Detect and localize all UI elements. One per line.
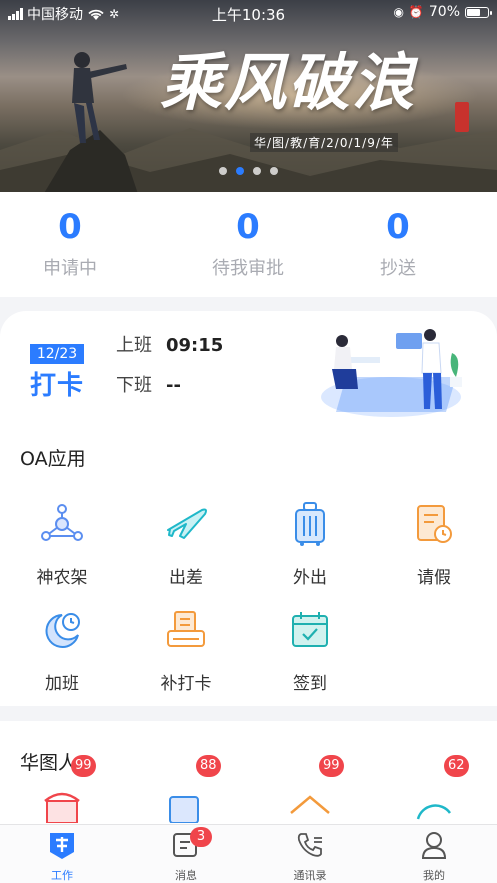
- off-duty-time: --: [166, 375, 181, 396]
- tab-label: 消息: [175, 869, 197, 882]
- tab-label: 我的: [423, 869, 445, 882]
- leave-form-icon: [409, 499, 459, 549]
- status-bar: 中国移动 ✲ 上午10:36 ◉ ⏰ 70%: [0, 0, 497, 26]
- stat-cc[interactable]: 0 抄送: [318, 206, 478, 280]
- main-panel: 12/23 打卡 上班 09:15 下班 -- OA应用 神农架 出差 外出 请…: [0, 311, 497, 706]
- orientation-lock-icon: ◉: [393, 5, 404, 19]
- clock-in-button[interactable]: 12/23 打卡: [30, 344, 84, 402]
- on-duty-label: 上班: [116, 335, 152, 356]
- carousel-dot[interactable]: [270, 167, 278, 175]
- unread-badge: 62: [444, 755, 469, 777]
- stat-count: 0: [236, 207, 260, 247]
- people-app-chat[interactable]: 62: [410, 755, 469, 823]
- document-icon: [169, 796, 199, 824]
- tab-contacts[interactable]: 通讯录: [248, 830, 372, 883]
- stat-count: 0: [386, 207, 410, 247]
- luggage-icon: [285, 499, 335, 549]
- oa-app-label: 外出: [293, 568, 327, 588]
- tab-messages[interactable]: 3 消息: [124, 827, 248, 883]
- message-count-badge: 3: [190, 827, 212, 847]
- tab-label: 工作: [51, 869, 73, 882]
- people-section-title: 华图人: [20, 752, 78, 774]
- people-app-document[interactable]: 88: [162, 755, 221, 824]
- off-duty-row: 下班 --: [116, 371, 181, 397]
- oa-app-label: 签到: [293, 674, 327, 694]
- oa-app-check-in[interactable]: 签到: [248, 605, 372, 694]
- approval-stats: 0 申请中 0 待我审批 0 抄送: [0, 192, 497, 297]
- stat-pending-approval[interactable]: 0 待我审批: [168, 206, 328, 280]
- carousel-dot[interactable]: [253, 167, 261, 175]
- carousel-indicator: [0, 167, 497, 175]
- contacts-icon: [295, 830, 325, 860]
- tab-profile[interactable]: 我的: [372, 830, 496, 883]
- network-icon: [37, 499, 87, 549]
- office-illustration: [321, 329, 462, 417]
- oa-app-label: 补打卡: [160, 674, 212, 694]
- work-icon: [47, 830, 77, 860]
- banner-title: 乘风破浪: [160, 46, 417, 119]
- off-duty-label: 下班: [116, 375, 152, 396]
- battery-percentage: 70%: [428, 4, 460, 20]
- home-icon: [290, 795, 330, 814]
- gift-icon: [44, 792, 80, 824]
- alarm-icon: ⏰: [408, 5, 424, 19]
- message-icon: 3: [171, 827, 212, 860]
- oa-app-label: 神农架: [36, 568, 88, 588]
- red-seal-stamp: [455, 102, 469, 132]
- oa-app-label: 加班: [45, 674, 79, 694]
- stat-applying[interactable]: 0 申请中: [0, 206, 150, 280]
- banner-carousel[interactable]: 乘风破浪 华/图/教/育/2/0/1/9/年: [0, 0, 497, 192]
- huatu-people-section: 华图人 99 88 99 62: [0, 721, 497, 831]
- clock-in-label: 打卡: [30, 371, 85, 401]
- unread-badge: 88: [196, 755, 221, 777]
- tab-label: 通讯录: [293, 869, 327, 882]
- profile-icon: [419, 830, 449, 860]
- carousel-dot-active[interactable]: [236, 167, 244, 175]
- airplane-icon: [161, 499, 211, 549]
- calendar-check-icon: [285, 605, 335, 655]
- oa-app-overtime[interactable]: 加班: [0, 605, 124, 694]
- tab-work[interactable]: 工作: [0, 830, 124, 883]
- oa-app-label: 出差: [169, 568, 203, 588]
- oa-app-label: 请假: [417, 568, 451, 588]
- clock-in-date: 12/23: [30, 344, 84, 364]
- stat-label: 申请中: [43, 258, 97, 279]
- on-duty-time: 09:15: [166, 335, 224, 356]
- oa-section-title: OA应用: [20, 448, 86, 470]
- oa-app-outing[interactable]: 外出: [248, 499, 372, 588]
- stat-label: 抄送: [380, 258, 416, 279]
- punch-card-icon: [161, 605, 211, 655]
- banner-subtitle: 华/图/教/育/2/0/1/9/年: [250, 133, 398, 152]
- unread-badge: 99: [319, 755, 344, 777]
- oa-app-leave[interactable]: 请假: [372, 499, 496, 588]
- unread-badge: 99: [71, 755, 96, 777]
- on-duty-row: 上班 09:15: [116, 331, 223, 357]
- hiker-figure: [72, 52, 127, 143]
- moon-clock-icon: [37, 605, 87, 655]
- stat-label: 待我审批: [212, 258, 284, 279]
- bottom-tab-bar: 工作 3 消息 通讯录 我的: [0, 824, 497, 883]
- oa-app-shennongjia[interactable]: 神农架: [0, 499, 124, 588]
- stat-count: 0: [58, 207, 82, 247]
- carousel-dot[interactable]: [219, 167, 227, 175]
- people-app-gift[interactable]: 99: [37, 755, 96, 824]
- oa-app-supplement-punch[interactable]: 补打卡: [124, 605, 248, 694]
- people-app-home[interactable]: 99: [285, 755, 344, 823]
- battery-icon: [465, 6, 492, 18]
- oa-app-business-trip[interactable]: 出差: [124, 499, 248, 588]
- chat-bubble-icon: [416, 804, 452, 820]
